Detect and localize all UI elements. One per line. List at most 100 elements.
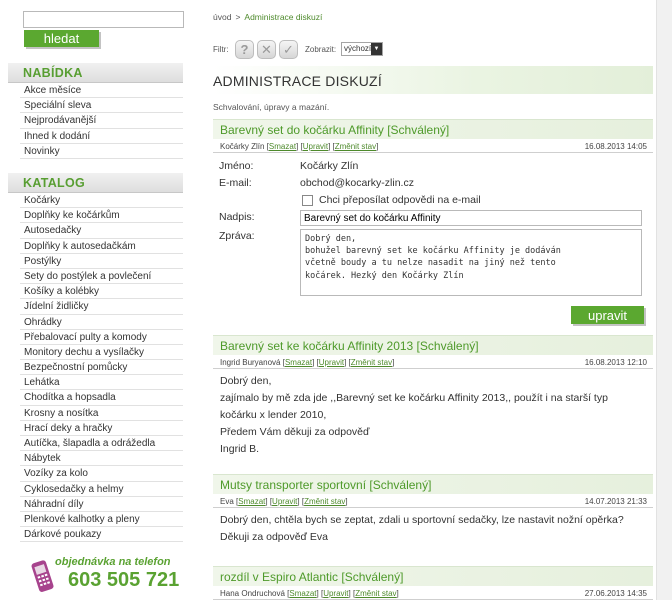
post-body: Dobrý den, chtěla bych se zeptat, zdali … (213, 508, 653, 546)
catalog-item[interactable]: Vozíky za kolo (20, 466, 183, 482)
catalog-item[interactable]: Náhradní díly (20, 497, 183, 512)
catalog-item[interactable]: Krosny a nosítka (20, 406, 183, 421)
breadcrumb-separator: > (235, 12, 241, 22)
post-author: Ingrid Buryanová (220, 358, 281, 367)
subject-row: Nadpis: (213, 210, 653, 229)
breadcrumb-home-link[interactable]: úvod (213, 12, 231, 22)
menu-list: Akce měsíce Speciální sleva Nejprodávaně… (20, 83, 183, 159)
forward-checkbox-label: Chci přeposílat odpovědi na e-mail (319, 194, 481, 206)
edit-link[interactable]: Upravit (323, 589, 348, 598)
post-date: 27.06.2013 14:35 (584, 589, 647, 598)
menu-item[interactable]: Nejprodávanější (20, 113, 183, 129)
email-value: obchod@kocarky-zlin.cz (300, 177, 414, 189)
catalog-list: Kočárky Doplňky ke kočárkům Autosedačky … (20, 193, 183, 543)
post-meta: Kočárky Zlín [Smazat] [Upravit] [Změnit … (213, 139, 653, 153)
post-author: Hana Ondruchová (220, 589, 285, 598)
post-title[interactable]: rozdíl v Espiro Atlantic [Schválený] (213, 566, 653, 586)
catalog-item[interactable]: Autosedačky (20, 223, 183, 239)
message-row: Zpráva: Dobrý den, bohužel barevný set k… (213, 229, 653, 301)
catalog-item[interactable]: Bezpečnostní pomůcky (20, 360, 183, 376)
catalog-item[interactable]: Doplňky ke kočárkům (20, 208, 183, 224)
scrollbar[interactable] (656, 0, 672, 600)
catalog-item[interactable]: Přebalovací pulty a komody (20, 330, 183, 345)
catalog-heading: KATALOG (8, 173, 183, 193)
delete-link[interactable]: Smazat (285, 358, 312, 367)
post-item: rozdíl v Espiro Atlantic [Schválený] Han… (213, 566, 653, 600)
post-item: Barevný set ke kočárku Affinity 2013 [Sc… (213, 335, 653, 458)
main-content: úvod > Administrace diskuzí Filtr: ? ✕ ✓ Z… (205, 0, 653, 600)
breadcrumb-current-link[interactable]: Administrace diskuzí (244, 12, 322, 22)
post-item: Barevný set do kočárku Affinity [Schvále… (213, 119, 653, 325)
phone-order-label: objednávka na telefon (55, 556, 171, 568)
catalog-item[interactable]: Chodítka a hopsadla (20, 390, 183, 406)
post-date: 16.08.2013 14:05 (584, 142, 647, 151)
post-line: zajímalo by mě zda jde ,,Barevný set ke … (220, 392, 608, 404)
email-label: E-mail: (219, 177, 252, 189)
catalog-item[interactable]: Jídelní židličky (20, 299, 183, 315)
catalog-item[interactable]: Monitory dechu a vysílačky (20, 345, 183, 361)
menu-item[interactable]: Akce měsíce (20, 83, 183, 99)
post-date: 16.08.2013 12:10 (584, 358, 647, 367)
message-textarea[interactable]: Dobrý den, bohužel barevný set ke kočárk… (300, 229, 642, 296)
change-state-link[interactable]: Změnit stav (304, 497, 345, 506)
page-subtitle: Schvalování, úpravy a mazání. (213, 102, 330, 112)
catalog-item[interactable]: Lehátka (20, 375, 183, 391)
phone-number: 603 505 721 (68, 569, 180, 591)
catalog-item[interactable]: Doplňky k autosedačkám (20, 239, 183, 254)
post-line: Dobrý den, chtěla bych se zeptat, zdali … (220, 514, 624, 526)
catalog-item[interactable]: Kočárky (20, 193, 183, 209)
check-icon[interactable]: ✓ (279, 40, 298, 59)
delete-link[interactable]: Smazat (289, 589, 316, 598)
phone-order-box: objednávka na telefon 603 505 721 (30, 555, 179, 597)
catalog-item[interactable]: Dárkové poukazy (20, 527, 183, 543)
x-icon[interactable]: ✕ (257, 40, 276, 59)
menu-item[interactable]: Speciální sleva (20, 98, 183, 114)
edit-link[interactable]: Upravit (303, 142, 328, 151)
post-meta: Hana Ondruchová [Smazat] [Upravit] [Změn… (213, 586, 653, 600)
sidebar: hledat NABÍDKA Akce měsíce Speciální sle… (0, 0, 195, 600)
filter-label: Filtr: (213, 45, 229, 54)
menu-item[interactable]: Novinky (20, 144, 183, 159)
change-state-link[interactable]: Změnit stav (351, 358, 392, 367)
catalog-item[interactable]: Postýlky (20, 254, 183, 269)
post-author: Eva (220, 497, 234, 506)
catalog-item[interactable]: Plenkové kalhotky a pleny (20, 512, 183, 528)
name-row: Jméno: Kočárky Zlín (213, 159, 653, 176)
catalog-item[interactable]: Košíky a kolébky (20, 284, 183, 300)
delete-link[interactable]: Smazat (238, 497, 265, 506)
menu-heading: NABÍDKA (8, 63, 183, 83)
catalog-item[interactable]: Ohrádky (20, 315, 183, 330)
catalog-item[interactable]: Autíčka, šlapadla a odrážedla (20, 436, 183, 452)
search-input[interactable] (23, 11, 184, 28)
post-title[interactable]: Barevný set do kočárku Affinity [Schvále… (213, 119, 653, 139)
edit-link[interactable]: Upravit (272, 497, 297, 506)
subject-input[interactable] (300, 210, 642, 226)
post-date: 14.07.2013 21:33 (584, 497, 647, 506)
post-line: Předem Vám děkuji za odpověď (220, 426, 370, 438)
post-meta: Ingrid Buryanová [Smazat] [Upravit] [Změ… (213, 355, 653, 369)
post-line: Ingrid B. (220, 443, 260, 455)
show-select-value: výchozí (344, 44, 372, 53)
change-state-link[interactable]: Změnit stav (335, 142, 376, 151)
update-button[interactable]: upravit (571, 306, 644, 324)
show-select[interactable]: výchozí ▼ (341, 42, 383, 56)
forward-checkbox[interactable] (302, 195, 313, 206)
menu-item[interactable]: Ihned k dodání (20, 129, 183, 144)
message-label: Zpráva: (219, 230, 255, 242)
catalog-item[interactable]: Cyklosedačky a helmy (20, 482, 183, 497)
change-state-link[interactable]: Změnit stav (355, 589, 396, 598)
post-body: Dobrý den, zajímalo by mě zda jde ,,Bare… (213, 369, 653, 458)
edit-link[interactable]: Upravit (319, 358, 344, 367)
catalog-item[interactable]: Sety do postýlek a povlečení (20, 269, 183, 285)
forward-row: Chci přeposílat odpovědi na e-mail (213, 193, 653, 210)
delete-link[interactable]: Smazat (269, 142, 296, 151)
catalog-item[interactable]: Hrací deky a hračky (20, 421, 183, 436)
post-item: Mutsy transporter sportovní [Schválený] … (213, 474, 653, 546)
name-label: Jméno: (219, 160, 254, 172)
search-button[interactable]: hledat (24, 30, 99, 47)
post-title[interactable]: Mutsy transporter sportovní [Schválený] (213, 474, 653, 494)
question-icon[interactable]: ? (235, 40, 254, 59)
catalog-item[interactable]: Nábytek (20, 451, 183, 467)
post-author: Kočárky Zlín (220, 142, 265, 151)
post-title[interactable]: Barevný set ke kočárku Affinity 2013 [Sc… (213, 335, 653, 355)
